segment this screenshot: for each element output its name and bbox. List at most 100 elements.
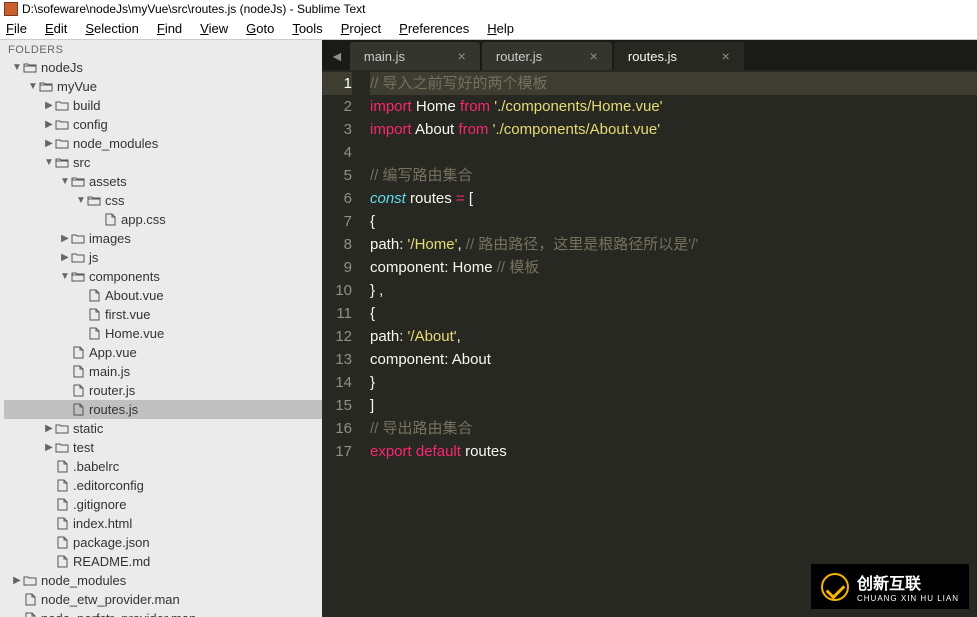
code-line[interactable]: } , <box>370 279 977 302</box>
tree-file[interactable]: Home.vue <box>4 324 322 343</box>
code-line[interactable]: path: '/About', <box>370 325 977 348</box>
tree-file[interactable]: App.vue <box>4 343 322 362</box>
tab-routes-js[interactable]: routes.js× <box>614 42 744 70</box>
tree-file[interactable]: routes.js <box>4 400 322 419</box>
code-area[interactable]: 1234567891011121314151617 // 导入之前写好的两个模板… <box>322 70 977 463</box>
tree-file[interactable]: .editorconfig <box>4 476 322 495</box>
token-var: ] <box>370 397 374 414</box>
token-var: routes <box>406 190 456 207</box>
menu-preferences[interactable]: Preferences <box>399 21 469 36</box>
tree-folder[interactable]: ▼nodeJs <box>4 58 322 77</box>
token-var: { <box>370 305 375 322</box>
code-line[interactable]: import About from './components/About.vu… <box>370 118 977 141</box>
code-line[interactable]: // 导入之前写好的两个模板 <box>370 72 977 95</box>
code-line[interactable]: { <box>370 302 977 325</box>
code-line[interactable]: // 导出路由集合 <box>370 417 977 440</box>
tree-arrow-icon[interactable]: ▼ <box>76 195 86 206</box>
tab-main-js[interactable]: main.js× <box>350 42 480 70</box>
code-line[interactable]: import Home from './components/Home.vue' <box>370 95 977 118</box>
tree-file[interactable]: node_etw_provider.man <box>4 590 322 609</box>
line-number: 4 <box>322 141 352 164</box>
tree-arrow-icon[interactable]: ▶ <box>44 442 54 453</box>
tree-file[interactable]: router.js <box>4 381 322 400</box>
tree-file[interactable]: app.css <box>4 210 322 229</box>
tree-arrow-icon[interactable]: ▶ <box>44 100 54 111</box>
line-number: 3 <box>322 118 352 141</box>
menu-project[interactable]: Project <box>341 21 381 36</box>
tree-file[interactable]: .gitignore <box>4 495 322 514</box>
menu-file[interactable]: File <box>6 21 27 36</box>
tree-label: config <box>73 117 108 132</box>
tree-file[interactable]: main.js <box>4 362 322 381</box>
tree-arrow-icon[interactable]: ▶ <box>44 119 54 130</box>
watermark-subtext: CHUANG XIN HU LIAN <box>857 594 959 603</box>
tree-label: assets <box>89 174 127 189</box>
menu-edit[interactable]: Edit <box>45 21 67 36</box>
tree-file[interactable]: README.md <box>4 552 322 571</box>
line-number: 10 <box>322 279 352 302</box>
close-icon[interactable]: × <box>722 48 730 64</box>
tree-arrow-icon[interactable]: ▼ <box>60 176 70 187</box>
code-lines[interactable]: // 导入之前写好的两个模板import Home from './compon… <box>370 72 977 463</box>
tree-folder[interactable]: ▶test <box>4 438 322 457</box>
tree-arrow-icon[interactable]: ▶ <box>12 575 22 586</box>
tree-file[interactable]: first.vue <box>4 305 322 324</box>
tree-folder[interactable]: ▶ static <box>4 419 322 438</box>
tree-file[interactable]: index.html <box>4 514 322 533</box>
menu-selection[interactable]: Selection <box>85 21 138 36</box>
tab-scroll-left-icon[interactable]: ◄ <box>328 48 350 70</box>
code-line[interactable]: path: '/Home', // 路由路径，这里是根路径所以是'/' <box>370 233 977 256</box>
tree-folder[interactable]: ▶ config <box>4 115 322 134</box>
tree-folder[interactable]: ▼css <box>4 191 322 210</box>
menu-find[interactable]: Find <box>157 21 182 36</box>
tree-arrow-icon[interactable]: ▼ <box>60 271 70 282</box>
tree-arrow-icon[interactable]: ▼ <box>12 62 22 73</box>
close-icon[interactable]: × <box>458 48 466 64</box>
tree-folder[interactable]: ▼myVue <box>4 77 322 96</box>
code-line[interactable]: const routes = [ <box>370 187 977 210</box>
menu-help[interactable]: Help <box>487 21 514 36</box>
folder-icon <box>22 574 38 588</box>
tree-folder[interactable]: ▶node_modules <box>4 571 322 590</box>
tree-arrow-icon[interactable]: ▼ <box>28 81 38 92</box>
menu-tools[interactable]: Tools <box>292 21 322 36</box>
tree-file[interactable]: node_perfctr_provider.man <box>4 609 322 617</box>
tree-folder[interactable]: ▼ assets <box>4 172 322 191</box>
token-op: = <box>456 190 465 207</box>
code-line[interactable]: { <box>370 210 977 233</box>
close-icon[interactable]: × <box>590 48 598 64</box>
tree-arrow-icon[interactable]: ▶ <box>44 423 54 434</box>
tree-folder[interactable]: ▶js <box>4 248 322 267</box>
code-line[interactable] <box>370 141 977 164</box>
menu-goto[interactable]: Goto <box>246 21 274 36</box>
tree-label: static <box>73 421 103 436</box>
code-line[interactable]: ] <box>370 394 977 417</box>
code-line[interactable]: } <box>370 371 977 394</box>
tree-file[interactable]: .babelrc <box>4 457 322 476</box>
token-string: '/About' <box>408 328 457 345</box>
tab-router-js[interactable]: router.js× <box>482 42 612 70</box>
folder-icon <box>54 441 70 455</box>
tree-folder[interactable]: ▼components <box>4 267 322 286</box>
tree-folder[interactable]: ▶images <box>4 229 322 248</box>
code-line[interactable]: component: About <box>370 348 977 371</box>
tree-file[interactable]: About.vue <box>4 286 322 305</box>
code-line[interactable]: // 编写路由集合 <box>370 164 977 187</box>
folder-icon <box>70 270 86 284</box>
token-comment: // 编写路由集合 <box>370 167 473 184</box>
token-var: , <box>457 236 465 253</box>
tree-arrow-icon[interactable]: ▼ <box>44 157 54 168</box>
tree-arrow-icon[interactable]: ▶ <box>44 138 54 149</box>
code-line[interactable]: export default routes <box>370 440 977 463</box>
menu-view[interactable]: View <box>200 21 228 36</box>
tree-folder[interactable]: ▼src <box>4 153 322 172</box>
line-number: 9 <box>322 256 352 279</box>
code-line[interactable]: component: Home // 模板 <box>370 256 977 279</box>
token-keyword: from <box>460 98 490 115</box>
tree-arrow-icon[interactable]: ▶ <box>60 233 70 244</box>
line-number: 12 <box>322 325 352 348</box>
tree-file[interactable]: package.json <box>4 533 322 552</box>
tree-arrow-icon[interactable]: ▶ <box>60 252 70 263</box>
tree-folder[interactable]: ▶node_modules <box>4 134 322 153</box>
tree-folder[interactable]: ▶build <box>4 96 322 115</box>
